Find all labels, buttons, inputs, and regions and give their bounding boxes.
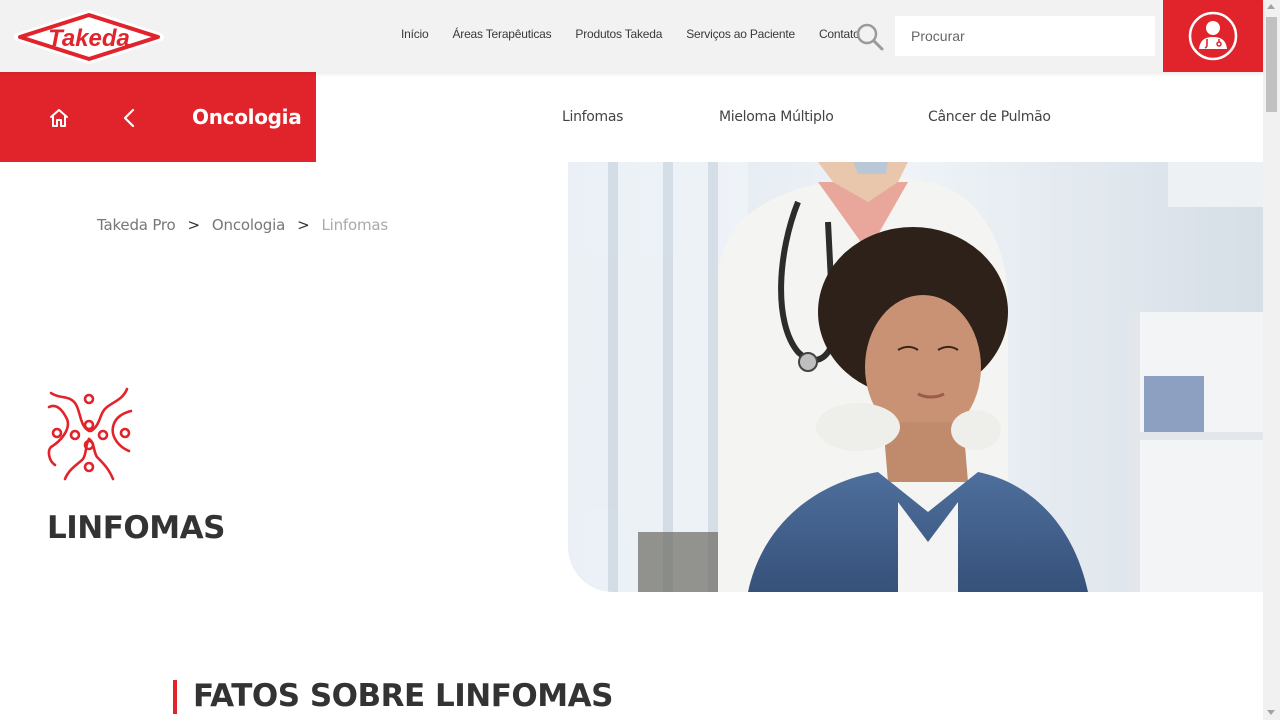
scroll-down-arrow-icon[interactable] [1267,710,1275,715]
breadcrumb-separator: > [187,216,201,234]
nav-link-produtos-takeda[interactable]: Produtos Takeda [575,27,662,41]
page-title: LINFOMAS [47,510,225,546]
site-header: Takeda Início Áreas Terapêuticas Produto… [0,0,1263,72]
lymphoma-cell-icon [45,385,133,481]
doctor-icon [1188,11,1238,61]
scroll-thumb[interactable] [1266,17,1277,112]
breadcrumb-separator: > [297,216,310,234]
breadcrumb-link-takeda-pro[interactable]: Takeda Pro [97,216,176,234]
takeda-logo-mark: Takeda [14,10,164,64]
search-icon[interactable] [855,22,885,52]
nav-link-servicos-paciente[interactable]: Serviços ao Paciente [686,27,795,41]
breadcrumb: Takeda Pro > Oncologia > Linfomas [97,216,388,234]
search-input[interactable] [895,16,1155,56]
facts-accent-bar [173,680,177,714]
home-icon[interactable] [48,107,70,129]
nav-link-inicio[interactable]: Início [401,27,429,41]
scroll-up-arrow-icon[interactable] [1267,4,1275,9]
page-scrollbar[interactable] [1263,0,1280,720]
svg-text:Takeda: Takeda [48,25,130,52]
nav-link-contato[interactable]: Contato [819,27,860,41]
chevron-left-icon[interactable] [122,108,138,128]
hero-photo-doctor-examining-patient [568,162,1263,592]
breadcrumb-current: Linfomas [321,216,388,234]
facts-section-title: FATOS SOBRE LINFOMAS [193,678,613,714]
subnav-link-mieloma-multiplo[interactable]: Mieloma Múltiplo [719,109,834,125]
section-header-bar: Oncologia [0,72,316,162]
main-nav: Início Áreas Terapêuticas Produtos Taked… [401,27,884,41]
subnav-link-linfomas[interactable]: Linfomas [562,109,623,125]
subnav-link-cancer-pulmao[interactable]: Câncer de Pulmão [928,109,1051,125]
section-title: Oncologia [192,105,302,129]
professional-area-button[interactable] [1163,0,1263,72]
nav-link-areas-terapeuticas[interactable]: Áreas Terapêuticas [452,27,551,41]
breadcrumb-link-oncologia[interactable]: Oncologia [212,216,285,234]
takeda-logo[interactable]: Takeda [12,10,166,64]
